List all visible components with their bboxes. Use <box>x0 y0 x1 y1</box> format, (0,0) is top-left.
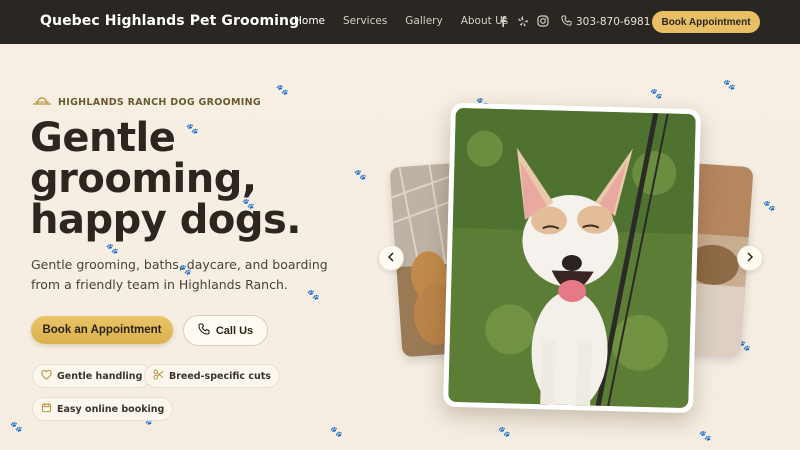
nav-links: Home Services Gallery About Us <box>294 15 526 27</box>
carousel-next-button[interactable] <box>737 245 763 271</box>
heart-icon <box>41 369 52 383</box>
chevron-right-icon <box>746 249 754 267</box>
headline-line: Gentle <box>30 115 176 161</box>
top-nav: Quebec Highlands Pet Grooming Home Servi… <box>0 0 800 44</box>
chip-breed-specific-cuts: Breed-specific cuts <box>144 364 280 388</box>
phone-number: 303-870-6981 <box>576 16 651 28</box>
paw-decor-icon: 🐾 <box>763 201 776 212</box>
call-us-button[interactable]: Call Us <box>183 315 268 346</box>
paw-decor-icon: 🐾 <box>498 427 511 438</box>
paw-decor-icon: 🐾 <box>650 89 663 100</box>
chip-easy-online-booking: Easy online booking <box>32 397 174 421</box>
brand-name[interactable]: Quebec Highlands Pet Grooming <box>40 13 299 29</box>
phone-icon <box>198 323 210 338</box>
instagram-icon[interactable] <box>537 14 549 27</box>
call-us-label: Call Us <box>215 324 254 337</box>
nav-services[interactable]: Services <box>343 15 387 27</box>
paw-decor-icon: 🐾 <box>10 422 23 433</box>
nav-home[interactable]: Home <box>294 15 325 27</box>
paw-decor-icon: 🐾 <box>354 170 367 181</box>
chip-label: Easy online booking <box>57 403 165 415</box>
scissors-icon <box>153 369 164 383</box>
eyebrow-text: HIGHLANDS RANCH DOG GROOMING <box>58 97 261 108</box>
paw-decor-icon: 🐾 <box>106 244 119 255</box>
chip-label: Gentle handling <box>57 370 143 382</box>
book-an-appointment-button[interactable]: Book an Appointment <box>31 316 173 344</box>
chip-label: Breed-specific cuts <box>169 370 271 382</box>
phone-link[interactable]: 303-870-6981 <box>561 15 650 29</box>
social-links <box>497 14 549 27</box>
carousel-prev-button[interactable] <box>378 245 404 271</box>
hero-subtext: Gentle grooming, baths, daycare, and boa… <box>31 257 328 292</box>
carousel-card-current[interactable] <box>443 102 701 414</box>
headline-line: happy dogs. <box>30 197 301 243</box>
paw-decor-icon: 🐾 <box>276 85 289 96</box>
hat-icon <box>32 96 52 109</box>
calendar-icon <box>41 402 52 416</box>
nav-gallery[interactable]: Gallery <box>405 15 442 27</box>
paw-decor-icon: 🐾 <box>723 80 736 91</box>
paw-decor-icon: 🐾 <box>699 431 712 442</box>
dog-photo <box>448 107 696 409</box>
facebook-icon[interactable] <box>497 14 509 27</box>
book-appointment-button[interactable]: Book Appointment <box>652 11 760 33</box>
phone-icon <box>561 15 572 29</box>
chevron-left-icon <box>387 249 395 267</box>
hero-headline: Gentle grooming, happy dogs. <box>30 118 330 241</box>
hero-eyebrow: HIGHLANDS RANCH DOG GROOMING <box>32 96 261 109</box>
chip-gentle-handling: Gentle handling <box>32 364 152 388</box>
headline-line: grooming, <box>30 156 257 202</box>
yelp-icon[interactable] <box>517 14 529 27</box>
paw-decor-icon: 🐾 <box>330 427 343 438</box>
